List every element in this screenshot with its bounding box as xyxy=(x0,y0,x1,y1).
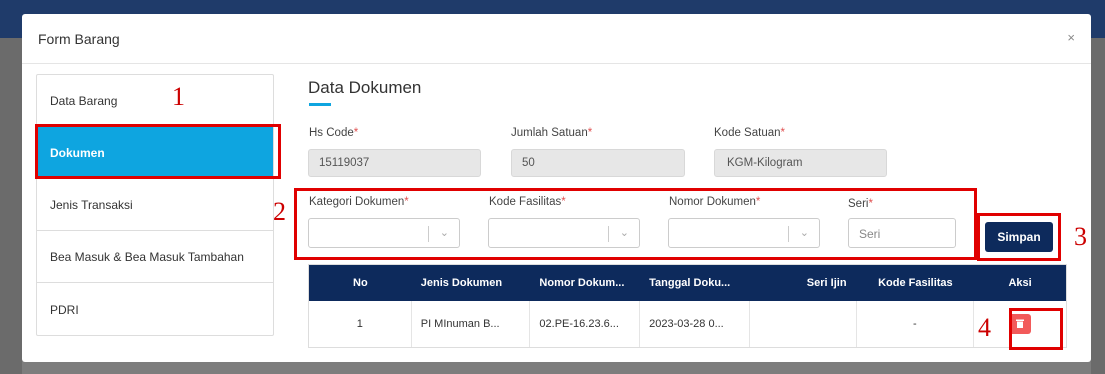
col-header-tanggal-dokumen: Tanggal Doku... xyxy=(649,277,731,289)
sidebar-item-label: PDRI xyxy=(50,303,79,317)
sidebar-item-label: Jenis Transaksi xyxy=(50,197,133,212)
annotation-number-2: 2 xyxy=(273,197,286,226)
jumlah-satuan-label: Jumlah Satuan* xyxy=(511,127,593,139)
annotation-box-2 xyxy=(294,188,977,260)
sidebar-item-data-barang[interactable]: Data Barang xyxy=(37,75,273,127)
hs-code-input: 15119037 xyxy=(308,149,481,177)
annotation-box-1 xyxy=(35,124,281,179)
jumlah-satuan-input: 50 xyxy=(511,149,685,177)
modal-title: Form Barang xyxy=(38,31,120,47)
form-sidebar: Data Barang Dokumen Jenis Transaksi Bea … xyxy=(36,74,274,336)
annotation-box-4 xyxy=(1009,308,1063,350)
col-header-kode-fasilitas: Kode Fasilitas xyxy=(878,277,953,289)
hs-code-label: Hs Code* xyxy=(309,127,359,139)
close-icon[interactable]: × xyxy=(1067,30,1075,45)
cell-tanggal-dokumen: 2023-03-28 0... xyxy=(640,301,750,347)
col-header-no: No xyxy=(353,277,368,289)
cell-seri-ijin xyxy=(750,301,857,347)
modal-header: Form Barang × xyxy=(22,14,1091,64)
backdrop-right xyxy=(1091,38,1105,374)
annotation-number-4: 4 xyxy=(978,313,991,342)
cell-nomor-dokumen: 02.PE-16.23.6... xyxy=(530,301,641,347)
col-header-nomor-dokumen: Nomor Dokum... xyxy=(539,277,625,289)
sidebar-item-pdri[interactable]: PDRI xyxy=(37,283,273,335)
annotation-number-3: 3 xyxy=(1074,222,1087,251)
sidebar-item-label: Bea Masuk & Bea Masuk Tambahan xyxy=(50,249,244,264)
kode-satuan-label: Kode Satuan* xyxy=(714,127,785,139)
cell-kode-fasilitas: - xyxy=(857,301,975,347)
col-header-jenis-dokumen: Jenis Dokumen xyxy=(420,277,503,289)
sidebar-item-jenis-transaksi[interactable]: Jenis Transaksi xyxy=(37,179,273,231)
sidebar-item-bea-masuk[interactable]: Bea Masuk & Bea Masuk Tambahan xyxy=(37,231,273,283)
dokumen-table: No Jenis Dokumen Nomor Dokum... Tanggal … xyxy=(308,264,1067,348)
backdrop-left xyxy=(0,38,22,374)
kode-satuan-input: KGM-Kilogram xyxy=(714,149,887,177)
cell-jenis-dokumen: PI MInuman B... xyxy=(412,301,531,347)
table-header: No Jenis Dokumen Nomor Dokum... Tanggal … xyxy=(309,265,1066,301)
table-row: 1 PI MInuman B... 02.PE-16.23.6... 2023-… xyxy=(309,301,1066,347)
section-underline xyxy=(309,103,331,106)
annotation-box-3 xyxy=(977,213,1061,261)
col-header-seri-ijin: Seri Ijin xyxy=(806,277,847,289)
section-title: Data Dokumen xyxy=(308,78,422,97)
annotation-number-1: 1 xyxy=(172,82,185,111)
sidebar-item-label: Data Barang xyxy=(50,93,118,108)
cell-no: 1 xyxy=(309,301,412,347)
col-header-aksi: Aksi xyxy=(1008,277,1032,289)
